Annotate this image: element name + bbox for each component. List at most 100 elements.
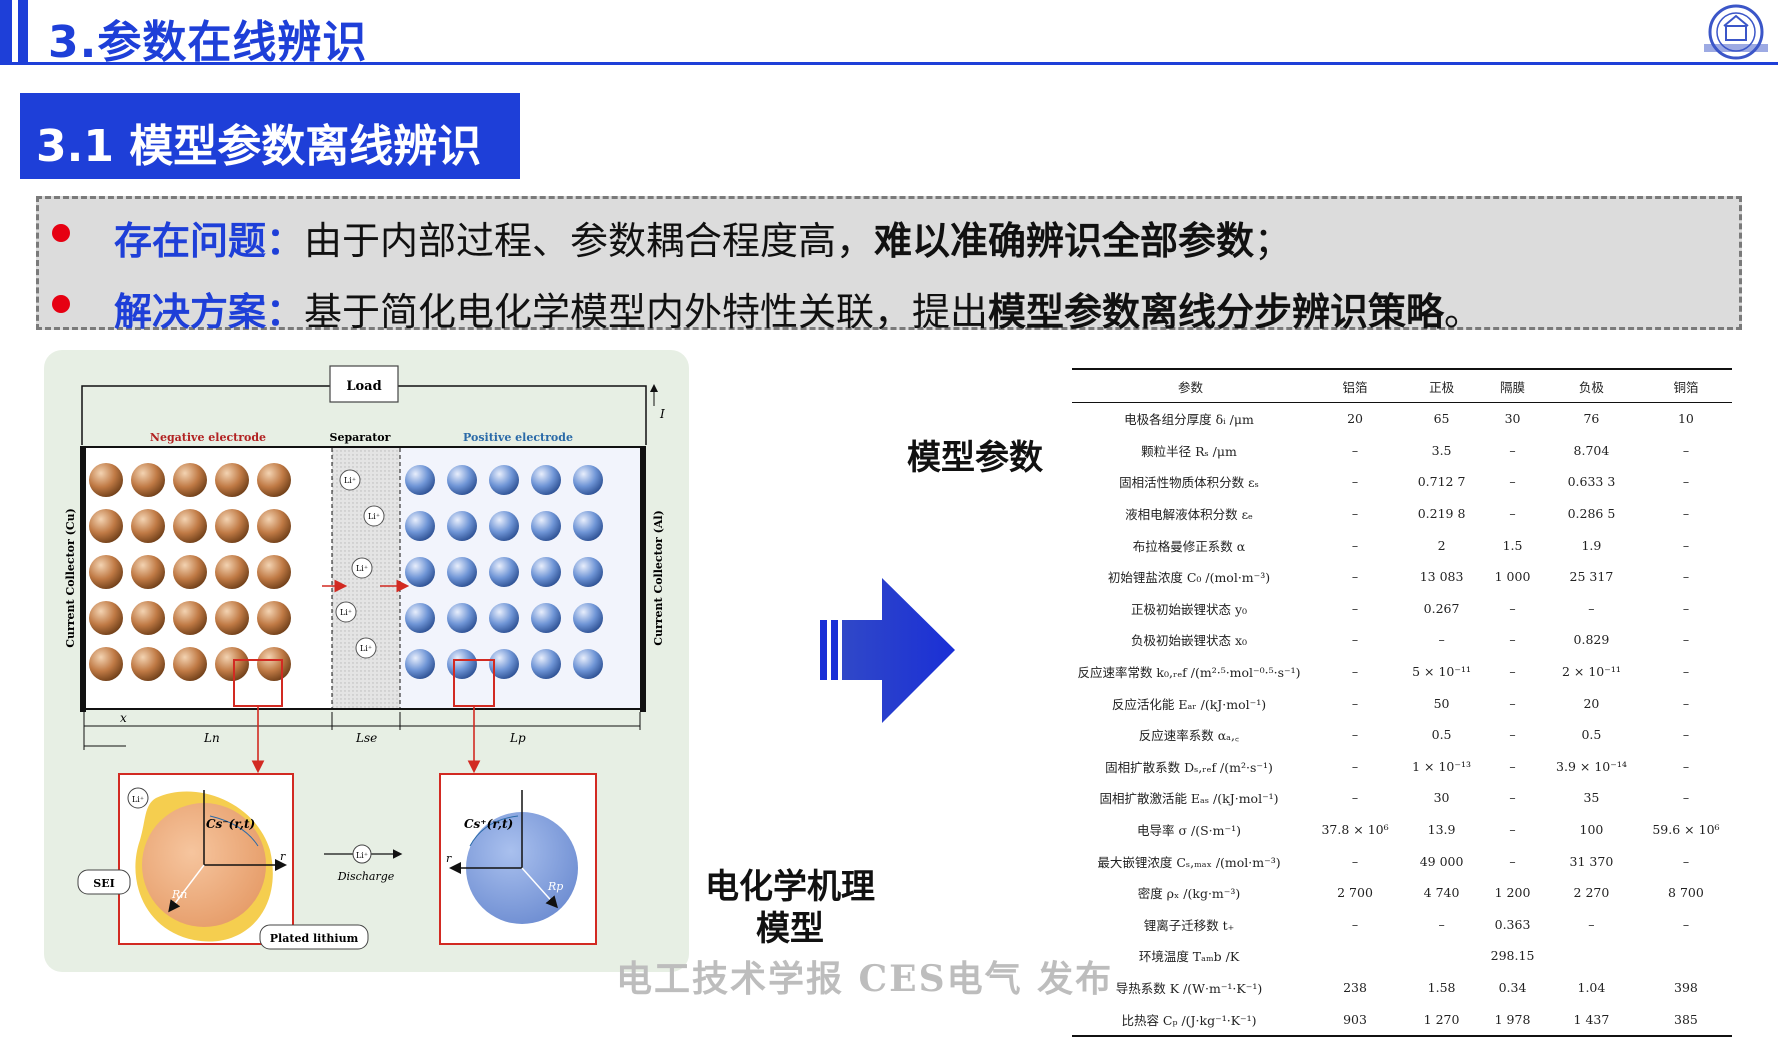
table-row: 负极初始嵌锂状态 x₀ – – – 0.829 – [1072, 624, 1732, 656]
parameter-value-cell: 1 × 10⁻¹³ [1412, 758, 1472, 774]
parameter-value-cell: – [1682, 474, 1690, 490]
parameter-value-cell: 0.712 7 [1417, 474, 1466, 490]
table-row: 固相扩散激活能 Eₐₛ /(kJ·mol⁻¹) – 30 – 35 – [1072, 782, 1732, 814]
parameter-value-cell: – [1351, 695, 1359, 711]
parameter-value-cell: – [1509, 727, 1516, 743]
parameter-value-cell: – [1351, 537, 1359, 553]
parameter-value-cell: – [1682, 916, 1690, 932]
parameter-value-cell: 385 [1639, 1003, 1732, 1037]
parameter-value-cell: – [1509, 506, 1516, 522]
negative-particle [215, 509, 249, 543]
negative-particle [173, 509, 207, 543]
parameter-name-cell: 固相扩散激活能 Eₐₛ /(kJ·mol⁻¹) [1099, 791, 1279, 807]
parameter-value-cell: 1 437 [1542, 1003, 1640, 1037]
ion-label: Li⁺ [360, 644, 372, 653]
table-header-cell: 正极 [1401, 368, 1483, 403]
parameter-value-cell: 1 978 [1482, 1003, 1543, 1037]
parameter-name-cell: 液相电解液体积分数 εₑ [1125, 507, 1253, 523]
parameter-value-cell: 10 [1677, 411, 1694, 427]
positive-particle [531, 603, 561, 633]
parameter-value-cell: 8.704 [1573, 442, 1610, 458]
table-row: 布拉格曼修正系数 α – 2 1.5 1.9 – [1072, 529, 1732, 561]
bullet-dot [52, 295, 70, 313]
negative-particle [131, 601, 165, 635]
bullet-dot [52, 224, 70, 242]
dim-x: x [120, 711, 127, 725]
positive-particle [573, 649, 603, 679]
header-accent-bar-2 [18, 0, 28, 62]
electrochemical-diagram-panel: Load I Negative electrode Separator Posi… [44, 350, 689, 972]
parameter-value-cell: – [1509, 664, 1516, 680]
negative-particle [173, 601, 207, 635]
parameter-name-cell: 反应速率系数 αₐ,꜀ [1138, 728, 1240, 744]
separator-region [332, 448, 400, 710]
parameter-value-cell: 65 [1433, 411, 1450, 427]
positive-particle [573, 557, 603, 587]
parameter-value-cell: – [1509, 822, 1516, 838]
parameter-name-cell: 电极各组分厚度 δᵢ /μm [1124, 412, 1254, 428]
parameter-value-cell: 1 270 [1401, 1003, 1483, 1037]
parameter-value-cell: 35 [1583, 790, 1600, 806]
parameter-value-cell: 31 370 [1569, 853, 1614, 869]
ion-label: Li⁺ [344, 476, 356, 485]
positive-particle [405, 603, 435, 633]
parameter-name-cell: 初始锂盐浓度 C₀ /(mol·m⁻³) [1107, 570, 1271, 586]
negative-particle [131, 509, 165, 543]
parameter-value-cell: – [1682, 442, 1690, 458]
negative-particle [257, 463, 291, 497]
problem-text: 由于内部过程、参数耦合程度高， [304, 219, 875, 263]
solution-text: 基于简化电化学模型内外特性关联，提出 [304, 290, 989, 334]
parameter-value-cell: – [1682, 632, 1690, 648]
table-row: 最大嵌锂浓度 Cₛ,ₘₐₓ /(mol·m⁻³) – 49 000 – 31 370 – [1072, 845, 1732, 877]
parameter-value-cell: 298.15 [1490, 948, 1535, 964]
mechanism-label: 电化学机理 模型 [700, 866, 880, 950]
parameter-value-cell: – [1509, 474, 1516, 490]
positive-particle [405, 649, 435, 679]
parameter-value-cell [1309, 940, 1401, 972]
parameter-value-cell: 1.58 [1427, 979, 1456, 995]
table-header-row: 参数 铝箔 正极 隔膜 负极 铜箔 [1072, 368, 1732, 403]
parameter-value-cell: 1.9 [1581, 537, 1602, 553]
parameter-value-cell [1401, 940, 1482, 972]
table-row: 固相扩散系数 Dₛ,ᵣₑf /(m²·s⁻¹) – 1 × 10⁻¹³ – 3.9 × … [1072, 751, 1732, 783]
negative-particle [173, 647, 207, 681]
negative-particle [257, 647, 291, 681]
parameter-name-cell: 密度 ρₓ /(kg·m⁻³) [1137, 886, 1241, 902]
mechanism-label-line1: 电化学机理 [705, 867, 875, 907]
parameter-value-cell: – [1509, 695, 1516, 711]
parameter-name-cell: 反应速率常数 k₀,ᵣₑf /(m²·⁵·mol⁻⁰·⁵·s⁻¹) [1077, 665, 1301, 681]
pos-concentration-label: Cs⁺(r,t) [464, 817, 513, 831]
parameter-value-cell: – [1351, 632, 1359, 648]
positive-particle [447, 557, 477, 587]
plated-lithium-label: Plated lithium [270, 932, 359, 945]
parameter-value-cell: 0.363 [1494, 916, 1531, 932]
collector-al [640, 446, 646, 712]
parameter-table: 参数 铝箔 正极 隔膜 负极 铜箔 电极各组分厚度 δᵢ /μm 20 65 30 76 10 颗粒半… [1072, 368, 1732, 1037]
parameter-value-cell: – [1588, 600, 1595, 616]
table-header-cell: 参数 [1072, 368, 1309, 403]
problem-key: 存在问题： [114, 219, 305, 263]
parameter-value-cell: 5 × 10⁻¹¹ [1412, 664, 1472, 680]
parameter-value-cell: 30 [1433, 790, 1450, 806]
parameter-name-cell: 锂离子迁移数 t₊ [1143, 917, 1235, 933]
parameter-name-cell: 比热容 Cₚ /(J·kg⁻¹·K⁻¹) [1072, 1003, 1309, 1037]
positive-particle [531, 465, 561, 495]
table-row: 环境温度 Tₐₘb /K 298.15 [1072, 940, 1732, 972]
table-header-cell: 负极 [1542, 368, 1640, 403]
negative-particle [173, 463, 207, 497]
negative-particle [173, 555, 207, 589]
positive-particle [447, 603, 477, 633]
page-title: 3.参数在线辨识 [48, 17, 368, 68]
parameter-value-cell: 100 [1579, 822, 1604, 838]
separator-label: Separator [330, 431, 391, 444]
pos-radius-label: Rp [547, 880, 563, 893]
discharge-label: Discharge [337, 870, 395, 883]
negative-particle [131, 647, 165, 681]
parameter-value-cell: – [1509, 758, 1516, 774]
parameter-value-cell: – [1682, 569, 1690, 585]
table-row: 正极初始嵌锂状态 y₀ – 0.267 – – – [1072, 593, 1732, 625]
positive-particle [447, 511, 477, 541]
parameter-value-cell: 0.5 [1581, 727, 1602, 743]
positive-particle [573, 465, 603, 495]
parameter-name-cell: 负极初始嵌锂状态 x₀ [1130, 633, 1248, 649]
